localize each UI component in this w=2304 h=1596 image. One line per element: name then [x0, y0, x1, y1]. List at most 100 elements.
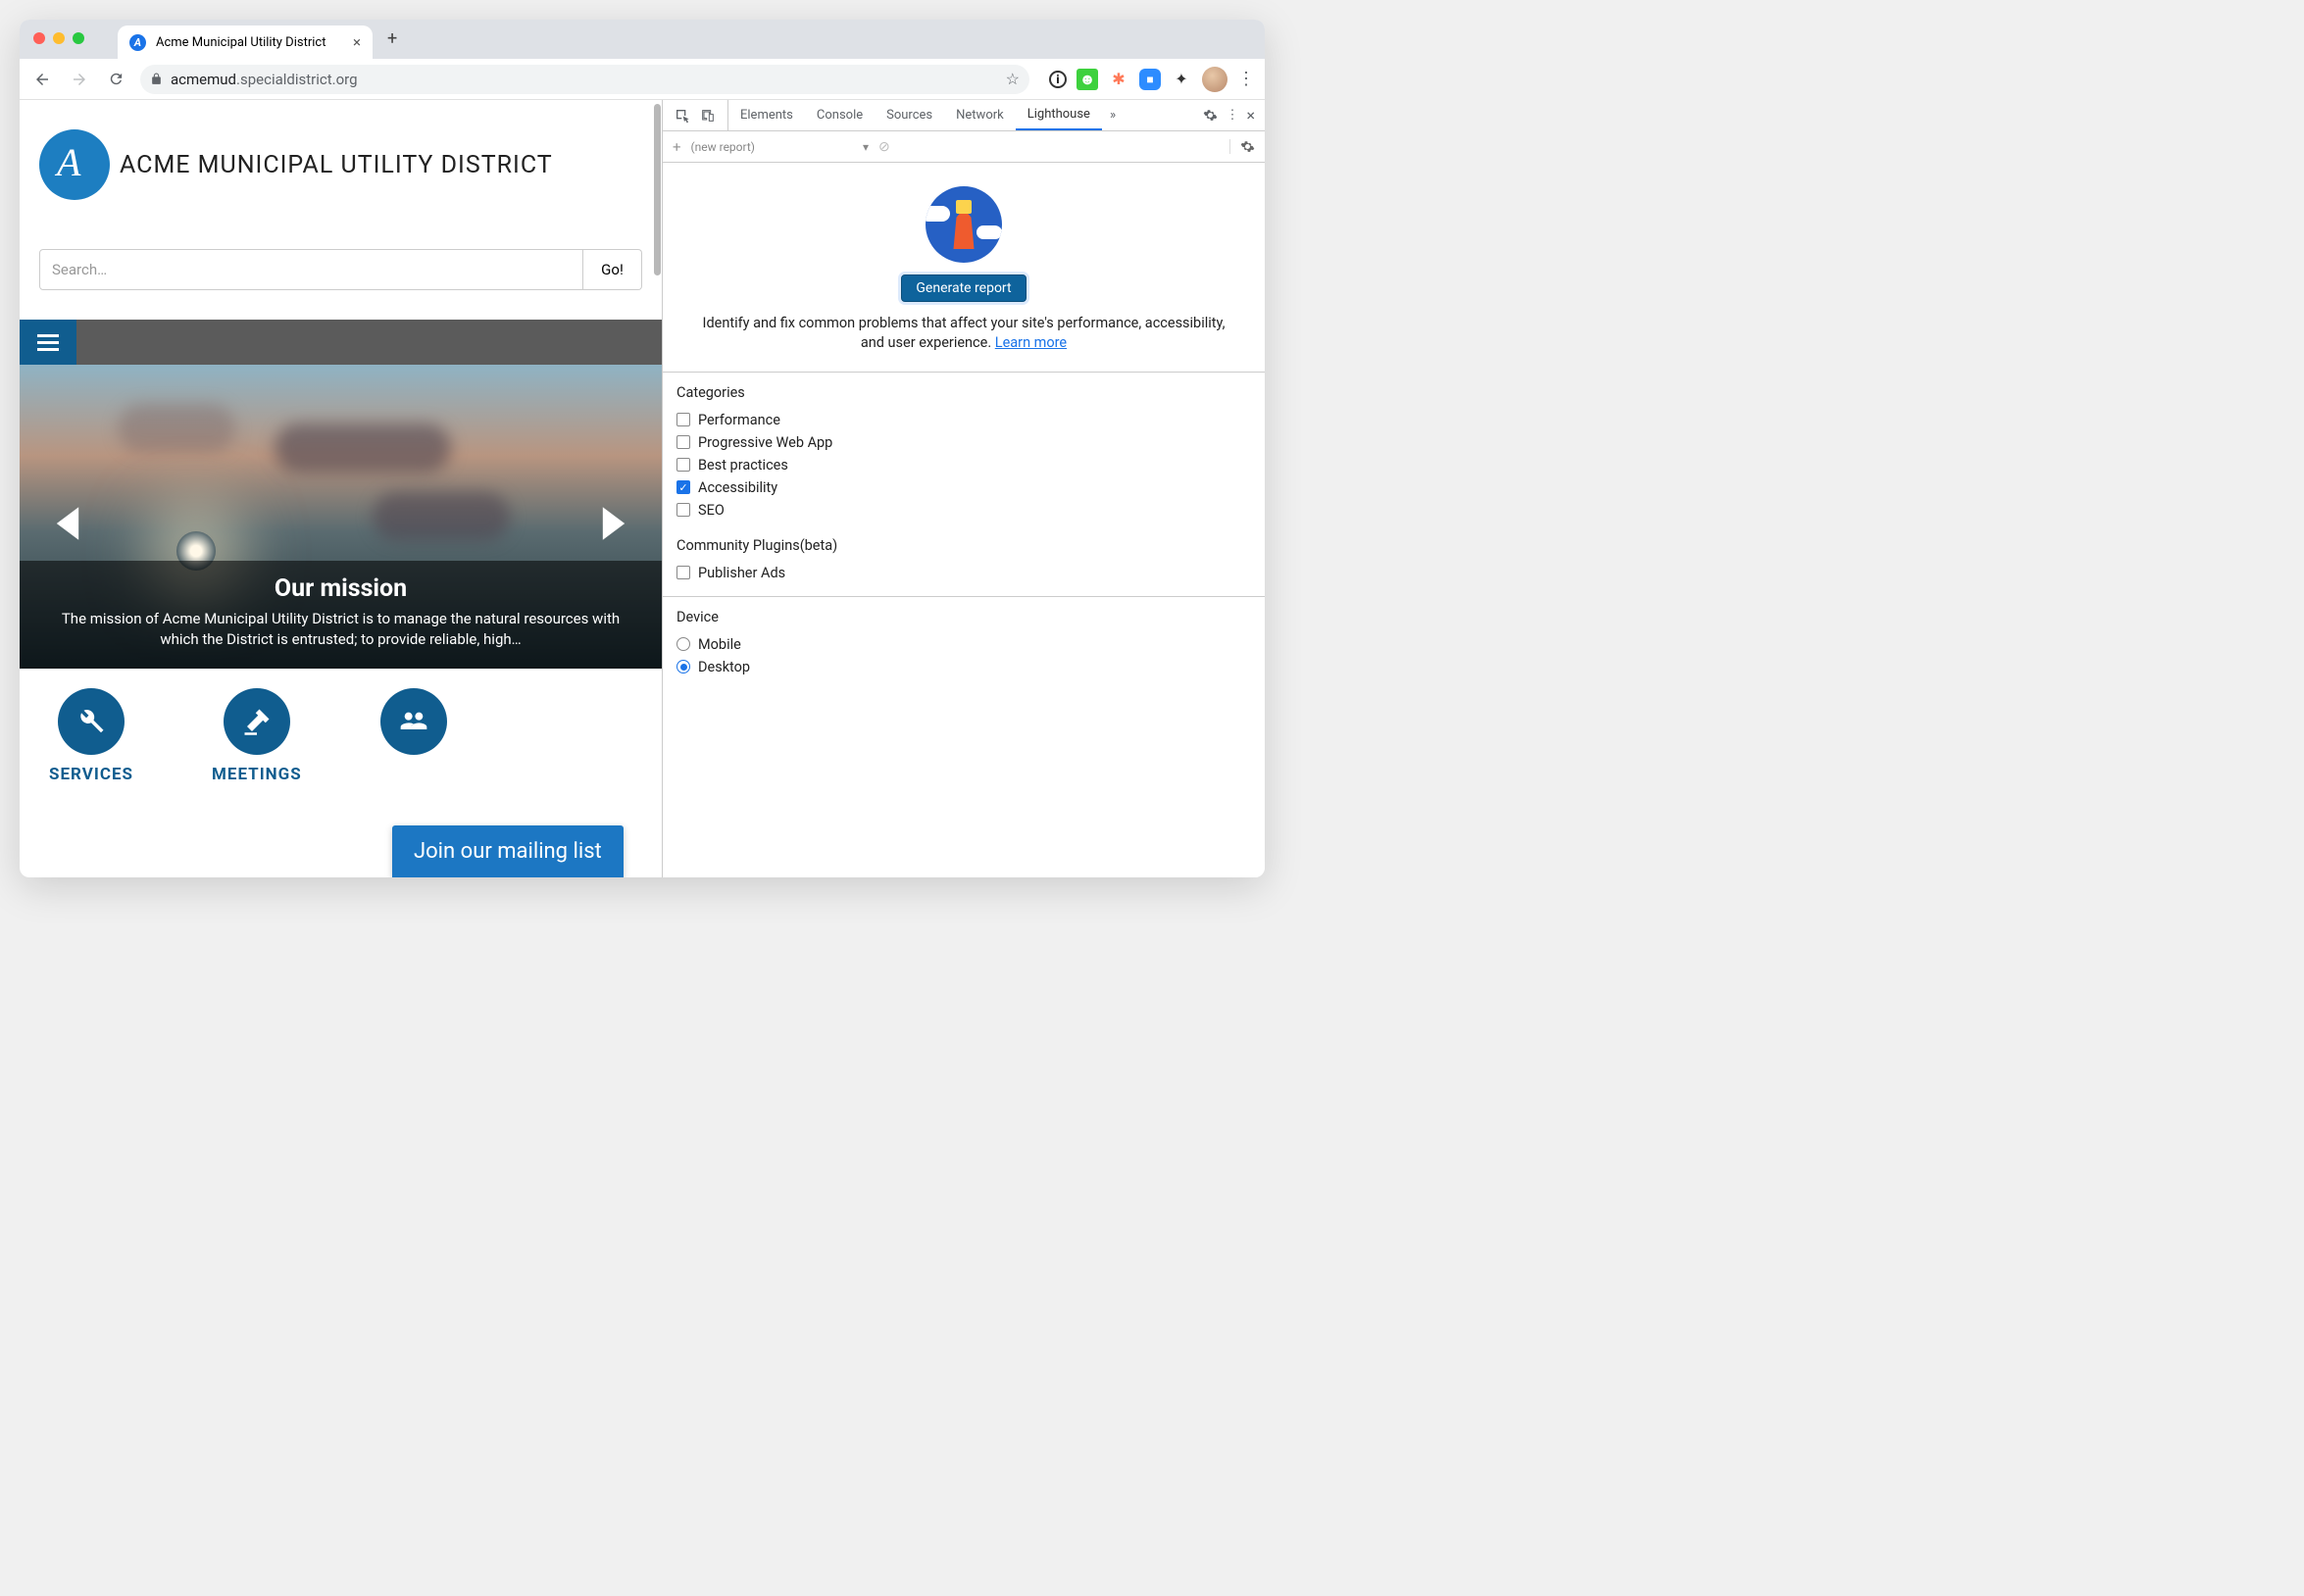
- hero-decoration: [118, 404, 235, 453]
- devtools-tab-elements[interactable]: Elements: [728, 100, 805, 130]
- url-domain: .specialdistrict.org: [236, 71, 358, 88]
- search-go-button[interactable]: Go!: [583, 249, 642, 290]
- element-picker-icon[interactable]: [675, 108, 690, 124]
- url-host: acmemud: [171, 71, 236, 88]
- reload-button[interactable]: [104, 67, 128, 91]
- address-bar[interactable]: acmemud.specialdistrict.org ☆: [140, 65, 1029, 94]
- browser-tab[interactable]: A Acme Municipal Utility District ×: [118, 25, 373, 59]
- site-search: Search… Go!: [20, 249, 662, 320]
- site-header: ACME MUNICIPAL UTILITY DISTRICT: [20, 100, 662, 249]
- bookmark-star-icon[interactable]: ☆: [1006, 70, 1020, 88]
- devtools-tab-sources[interactable]: Sources: [875, 100, 944, 130]
- hero-carousel: Our mission The mission of Acme Municipa…: [20, 365, 662, 669]
- extensions-puzzle-icon[interactable]: ✦: [1171, 69, 1192, 90]
- checkbox-icon[interactable]: [676, 413, 690, 426]
- page-scrollbar[interactable]: [654, 104, 661, 275]
- lock-icon: [150, 73, 163, 85]
- category-checkbox-row[interactable]: Accessibility: [676, 476, 1251, 499]
- checkbox-icon[interactable]: [676, 566, 690, 579]
- generate-report-button[interactable]: Generate report: [901, 274, 1026, 302]
- browser-window: A Acme Municipal Utility District × + ac…: [20, 20, 1265, 877]
- hero-caption: Our mission The mission of Acme Municipa…: [20, 561, 662, 670]
- checkbox-icon[interactable]: [676, 458, 690, 472]
- lighthouse-settings-icon[interactable]: [1229, 139, 1255, 154]
- checkbox-icon[interactable]: [676, 480, 690, 494]
- device-radio-row[interactable]: Desktop: [676, 656, 1251, 678]
- radio-icon[interactable]: [676, 637, 690, 651]
- plugin-label: Publisher Ads: [698, 565, 785, 581]
- browser-toolbar: acmemud.specialdistrict.org ☆ i ☻ ✱ ■ ✦ …: [20, 59, 1265, 100]
- clear-icon[interactable]: ⊘: [878, 139, 890, 155]
- devtools-tabs-overflow-icon[interactable]: »: [1102, 100, 1124, 130]
- report-selector[interactable]: (new report) ▾: [691, 140, 870, 154]
- checkbox-icon[interactable]: [676, 435, 690, 449]
- titlebar: A Acme Municipal Utility District × +: [20, 20, 1265, 59]
- quicklink-services[interactable]: SERVICES: [49, 688, 133, 784]
- devtools-settings-icon[interactable]: [1203, 108, 1218, 123]
- quicklink-label: SERVICES: [49, 765, 133, 784]
- new-tab-button[interactable]: +: [387, 28, 397, 49]
- report-selector-label: (new report): [691, 140, 755, 154]
- devtools-tab-network[interactable]: Network: [944, 100, 1016, 130]
- devtools-tabs: Elements Console Sources Network Lightho…: [663, 100, 1265, 131]
- category-checkbox-row[interactable]: Performance: [676, 409, 1251, 431]
- devtools-tab-console[interactable]: Console: [805, 100, 875, 130]
- tab-close-icon[interactable]: ×: [353, 33, 361, 51]
- people-icon: [380, 688, 447, 755]
- device-label: Mobile: [698, 636, 741, 653]
- lighthouse-logo-icon: [926, 186, 1002, 263]
- fullscreen-window-icon[interactable]: [73, 32, 84, 44]
- learn-more-link[interactable]: Learn more: [995, 334, 1067, 351]
- devtools-tab-lighthouse[interactable]: Lighthouse: [1016, 100, 1102, 130]
- green-extension-icon[interactable]: ☻: [1077, 69, 1098, 90]
- quicklink-people[interactable]: [380, 688, 447, 784]
- categories-section: Categories PerformanceProgressive Web Ap…: [663, 372, 1265, 533]
- mailing-list-cta[interactable]: Join our mailing list: [392, 825, 624, 877]
- category-label: Best practices: [698, 457, 788, 474]
- favicon-icon: A: [129, 34, 146, 51]
- carousel-prev-icon[interactable]: [54, 507, 81, 540]
- site-navbar: [20, 320, 662, 365]
- lighthouse-description-text: Identify and fix common problems that af…: [703, 315, 1226, 351]
- device-radio-row[interactable]: Mobile: [676, 633, 1251, 656]
- carousel-next-icon[interactable]: [600, 507, 627, 540]
- radio-icon[interactable]: [676, 660, 690, 673]
- site-logo-icon: [39, 129, 110, 200]
- category-checkbox-row[interactable]: Best practices: [676, 454, 1251, 476]
- gavel-icon: [224, 688, 290, 755]
- hubspot-extension-icon[interactable]: ✱: [1108, 69, 1129, 90]
- category-checkbox-row[interactable]: SEO: [676, 499, 1251, 522]
- plugins-heading: Community Plugins(beta): [676, 537, 1251, 554]
- new-report-plus-icon[interactable]: +: [673, 138, 681, 156]
- category-label: SEO: [698, 502, 725, 519]
- categories-heading: Categories: [676, 384, 1251, 401]
- device-section: Device MobileDesktop: [663, 596, 1265, 690]
- category-checkbox-row[interactable]: Progressive Web App: [676, 431, 1251, 454]
- content-area: ACME MUNICIPAL UTILITY DISTRICT Search… …: [20, 100, 1265, 877]
- close-window-icon[interactable]: [33, 32, 45, 44]
- search-input[interactable]: Search…: [39, 249, 583, 290]
- devtools-inspect-group: [663, 100, 728, 130]
- site-title: ACME MUNICIPAL UTILITY DISTRICT: [120, 151, 553, 179]
- chevron-down-icon: ▾: [863, 140, 869, 154]
- hamburger-menu-button[interactable]: [20, 320, 76, 365]
- plugins-section: Community Plugins(beta) Publisher Ads: [663, 533, 1265, 596]
- lighthouse-body: Generate report Identify and fix common …: [663, 163, 1265, 877]
- devtools-close-icon[interactable]: ×: [1246, 106, 1255, 125]
- profile-avatar[interactable]: [1202, 67, 1227, 92]
- hero-text: The mission of Acme Municipal Utility Di…: [44, 609, 637, 652]
- plugin-checkbox-row[interactable]: Publisher Ads: [676, 562, 1251, 584]
- checkbox-icon[interactable]: [676, 503, 690, 517]
- info-extension-icon[interactable]: i: [1049, 71, 1067, 88]
- devtools-menu-icon[interactable]: ⋮: [1226, 108, 1238, 123]
- quicklink-meetings[interactable]: MEETINGS: [212, 688, 302, 784]
- quicklinks-row: SERVICES MEETINGS: [20, 669, 662, 784]
- back-button[interactable]: [29, 67, 55, 92]
- minimize-window-icon[interactable]: [53, 32, 65, 44]
- forward-button[interactable]: [67, 67, 92, 92]
- url-text: acmemud.specialdistrict.org: [171, 71, 358, 88]
- browser-menu-icon[interactable]: ⋮: [1237, 69, 1255, 89]
- category-label: Accessibility: [698, 479, 777, 496]
- device-toggle-icon[interactable]: [700, 108, 716, 124]
- zoom-extension-icon[interactable]: ■: [1139, 69, 1161, 90]
